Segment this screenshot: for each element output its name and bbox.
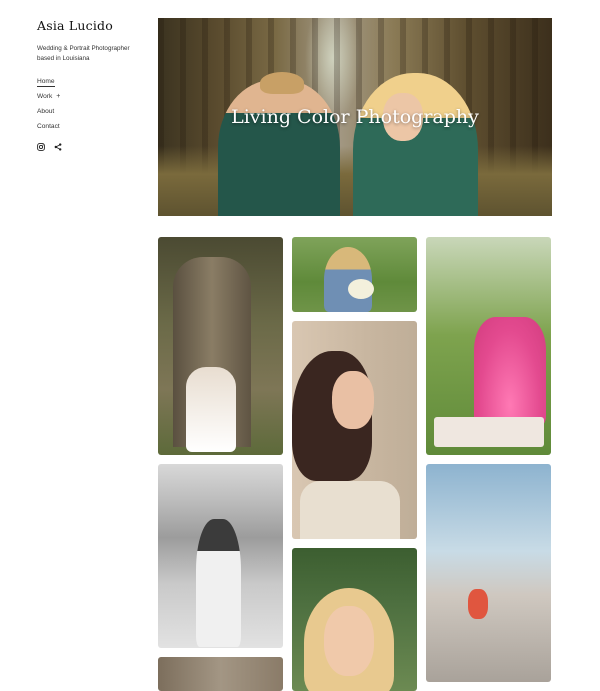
share-icon[interactable]	[54, 138, 62, 151]
nav-item-contact[interactable]: Contact	[37, 122, 60, 137]
nav-item-about[interactable]: About	[37, 107, 60, 122]
hero-banner: Living Color Photography	[158, 18, 552, 216]
hero-bride	[353, 73, 478, 216]
hero-groom	[218, 72, 340, 216]
gallery-photo-pink-gown-garden[interactable]	[426, 237, 551, 455]
nav-item-label: Home	[37, 78, 55, 87]
expand-plus-icon: +	[56, 93, 61, 100]
social-links	[37, 138, 62, 151]
nav-item-home[interactable]: Home	[37, 77, 60, 92]
gallery-photo-portrait-updo[interactable]	[292, 321, 417, 539]
instagram-icon[interactable]	[37, 138, 45, 151]
site-tagline: Wedding & Portrait Photographer based in…	[37, 45, 130, 62]
gallery-photo-beach-portrait-bw[interactable]	[158, 464, 283, 648]
gallery-photo-blonde-closeup[interactable]	[292, 548, 417, 691]
nav-item-work[interactable]: Work +	[37, 92, 60, 107]
main-nav: Home Work + About Contact	[37, 77, 60, 137]
hero-title: Living Color Photography	[231, 106, 479, 128]
nav-item-label: Work	[37, 93, 53, 100]
nav-item-label: Contact	[37, 123, 60, 130]
gallery-photo-interior-photo[interactable]	[158, 657, 283, 691]
gallery-photo-bride-under-oak-tree[interactable]	[158, 237, 283, 455]
site-title[interactable]: Asia Lucido	[37, 18, 113, 33]
gallery-photo-portrait-with-bouquet[interactable]	[292, 237, 417, 312]
gallery-photo-rock-outcrop-landscape[interactable]	[426, 464, 551, 682]
nav-item-label: About	[37, 108, 55, 115]
